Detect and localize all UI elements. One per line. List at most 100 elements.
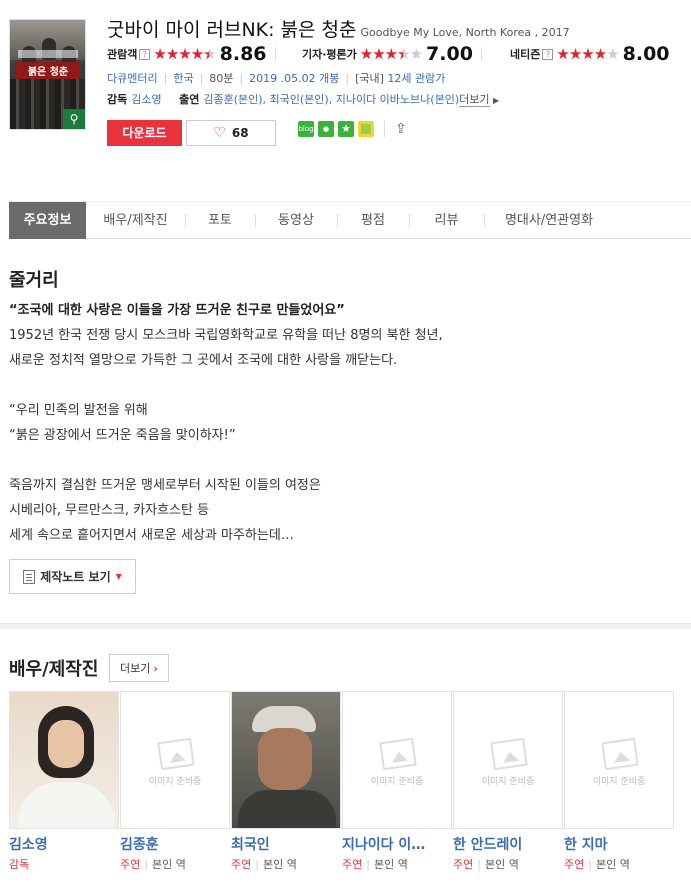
tab-quotes[interactable]: 명대사/연관영화: [484, 202, 614, 239]
no-image-text: 이미지 준비중: [592, 777, 646, 787]
synopsis-line: 1952년 한국 전쟁 당시 모스크바 국립영화학교로 유학을 떠난 8명의 북…: [9, 328, 443, 343]
star-share-icon[interactable]: ★: [338, 121, 354, 137]
rating-netizen: 네티즌 ? ★★★★★★★★★★ 8.00: [510, 43, 670, 65]
tab-cast[interactable]: 배우/제작진: [86, 202, 185, 239]
cast-list: 김소영 감독 이미지 준비중 김종훈 주연 | 본인 역 최국인 주연 | 본인 역 이…: [9, 691, 674, 872]
cast-name[interactable]: 한 안드레이: [453, 834, 563, 854]
rating-score: 7.00: [426, 43, 473, 65]
cast-member[interactable]: 이미지 준비중 한 안드레이 주연 | 본인 역: [453, 691, 563, 872]
release-date[interactable]: 2019 .05.02 개봉: [249, 72, 339, 85]
rating-label: 네티즌: [510, 48, 541, 61]
synopsis-line: “우리 민족의 발전을 위해: [9, 403, 148, 418]
cast-photo-placeholder[interactable]: 이미지 준비중: [120, 691, 230, 829]
cast-more-button[interactable]: 더보기 ›: [109, 654, 169, 682]
poster-subtitle-strip: [18, 50, 78, 58]
like-count: 68: [231, 126, 249, 140]
cast-member[interactable]: 이미지 준비중 한 지마 주연 | 본인 역: [564, 691, 674, 872]
age-rating[interactable]: 12세 관람가: [387, 72, 445, 85]
original-title: Goodbye My Love, North Korea , 2017: [360, 26, 570, 39]
cast-photo[interactable]: [231, 691, 341, 829]
rating-audience: 관람객 ? ★★★★★★★★★★ 8.86: [107, 43, 276, 65]
synopsis-line: 죽음까지 결심한 뜨거운 맹세로부터 시작된 이들의 여정은: [9, 478, 321, 493]
cast-more-label: 더보기: [120, 662, 151, 675]
production-note-button[interactable]: 제작노트 보기 ▼: [9, 559, 136, 594]
cast-photo-placeholder[interactable]: 이미지 준비중: [453, 691, 563, 829]
rating-critics: 기자·평론가 ★★★★★★★★★★ 7.00: [302, 43, 482, 65]
rating-score: 8.86: [219, 43, 267, 65]
help-icon[interactable]: ?: [542, 48, 554, 60]
tab-rating[interactable]: 평점: [337, 202, 409, 239]
synopsis-heading: 줄거리: [9, 270, 59, 291]
cast-heading: 배우/제작진: [9, 659, 99, 680]
chevron-right-icon: ▶: [493, 96, 500, 105]
star-rating: ★★★★★★★★★★: [556, 44, 619, 63]
cafe-share-icon[interactable]: ●: [318, 121, 334, 137]
credits-more-link[interactable]: 더보기: [459, 93, 490, 107]
help-icon[interactable]: ?: [139, 48, 151, 60]
divider: [384, 121, 385, 137]
cast-role: 주연 | 본인 역: [564, 858, 630, 871]
synopsis-line: 새로운 정치적 열망으로 가득한 그 곳에서 조국에 대한 사랑을 깨닫는다.: [9, 353, 398, 368]
production-note-label: 제작노트 보기: [40, 570, 111, 584]
no-image-text: 이미지 준비중: [148, 777, 202, 787]
country-link[interactable]: 한국: [173, 72, 193, 85]
movie-title-row: 굿바이 마이 러브NK: 붉은 청춘 Goodbye My Love, North…: [107, 15, 570, 42]
document-icon: [23, 569, 36, 584]
tab-photo[interactable]: 포토: [185, 202, 255, 239]
rating-label: 기자·평론가: [302, 48, 357, 61]
cast-member[interactable]: 이미지 준비중 지나이다 이… 주연 | 본인 역: [342, 691, 452, 872]
star-fill: ★★★★★: [153, 46, 209, 62]
star-rating: ★★★★★★★★★★: [359, 44, 423, 63]
cast-photo-placeholder[interactable]: 이미지 준비중: [342, 691, 452, 829]
zoom-icon[interactable]: ⚲: [63, 109, 85, 129]
cast-member[interactable]: 최국인 주연 | 본인 역: [231, 691, 341, 872]
tab-main-info[interactable]: 주요정보: [9, 202, 86, 239]
cast-name[interactable]: 지나이다 이…: [342, 834, 452, 854]
synopsis-line: 시베리아, 무르만스크, 카자흐스탄 등: [9, 503, 210, 518]
cast-photo-placeholder[interactable]: 이미지 준비중: [564, 691, 674, 829]
cast-label: 출연: [179, 93, 200, 106]
cast-links[interactable]: 김종훈(본인), 최국인(본인), 지나이다 이바노브나(본인): [203, 93, 459, 106]
divider: [274, 47, 276, 61]
cast-photo[interactable]: [9, 691, 119, 829]
chevron-right-icon: ›: [153, 661, 158, 675]
blog-share-icon[interactable]: blog: [298, 121, 314, 137]
synopsis-line: “붉은 광장에서 뜨거운 죽음을 맞이하자!”: [9, 428, 236, 443]
movie-poster[interactable]: 붉은 청춘 ⚲: [9, 19, 86, 130]
rating-prefix: [국내]: [355, 72, 384, 85]
cast-name[interactable]: 최국인: [231, 834, 341, 854]
genre-link[interactable]: 다큐멘터리: [107, 72, 158, 85]
divider: [480, 47, 482, 61]
tab-video[interactable]: 동영상: [255, 202, 337, 239]
bookmark-share-icon[interactable]: [358, 121, 374, 137]
cast-name[interactable]: 김종훈: [120, 834, 230, 854]
cast-member[interactable]: 김소영 감독: [9, 691, 119, 872]
credits-row: 감독 김소영 출연 김종훈(본인), 최국인(본인), 지나이다 이바노브나(본인)…: [107, 91, 499, 107]
director-link[interactable]: 김소영: [131, 93, 161, 106]
cast-name[interactable]: 김소영: [9, 834, 119, 854]
star-fill: ★★★★★: [556, 46, 607, 62]
synopsis-quote: “조국에 대한 사랑은 이들을 가장 뜨거운 친구로 만들었어요”: [9, 303, 345, 318]
main-tabs: 주요정보 배우/제작진 포토 동영상 평점 리뷰 명대사/연관영화: [9, 201, 691, 239]
cast-name[interactable]: 한 지마: [564, 834, 674, 854]
cast-role: 주연 | 본인 역: [120, 858, 186, 871]
synopsis-line: 세계 속으로 흩어지면서 새로운 세상과 마주하는데…: [9, 528, 294, 543]
rating-label: 관람객: [107, 48, 138, 61]
runtime: 80분: [209, 72, 234, 85]
movie-meta: 다큐멘터리 | 한국 | 80분 | 2019 .05.02 개봉 | [국내] 12세 관람가: [107, 72, 446, 85]
cast-role: 주연 | 본인 역: [342, 858, 408, 871]
tab-review[interactable]: 리뷰: [409, 202, 484, 239]
cast-role: 감독: [9, 858, 30, 871]
no-image-text: 이미지 준비중: [370, 777, 424, 787]
share-icon[interactable]: ⇪: [395, 121, 407, 137]
no-image-text: 이미지 준비중: [481, 777, 535, 787]
section-divider: [0, 623, 691, 629]
star-rating: ★★★★★★★★★★: [153, 44, 216, 63]
cast-member[interactable]: 이미지 준비중 김종훈 주연 | 본인 역: [120, 691, 230, 872]
download-button[interactable]: 다운로드: [107, 120, 182, 146]
cast-role: 주연 | 본인 역: [231, 858, 297, 871]
caret-down-icon: ▼: [115, 572, 122, 581]
movie-title: 굿바이 마이 러브NK: 붉은 청춘: [107, 19, 357, 41]
like-button[interactable]: ♡ 68: [186, 120, 276, 146]
share-icons: blog ● ★ ⇪: [298, 121, 407, 137]
